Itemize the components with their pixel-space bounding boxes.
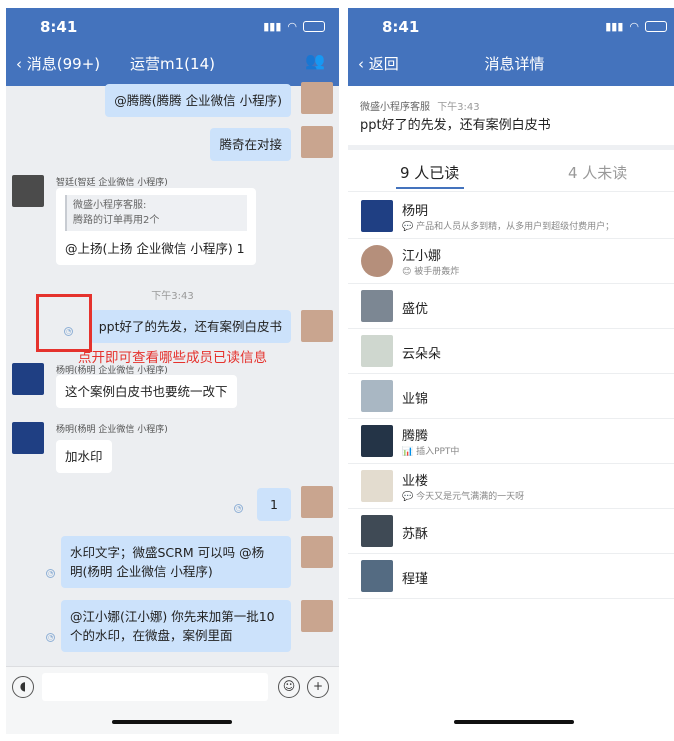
read-status-icon[interactable]: ◔: [64, 327, 73, 336]
detail-title: 消息详情: [484, 55, 545, 73]
avatar: [361, 515, 393, 547]
voice-icon[interactable]: ◖: [12, 676, 34, 698]
reader-row[interactable]: 腾腾 📊 插入PPT中: [348, 419, 674, 464]
avatar[interactable]: [301, 126, 333, 158]
wifi-icon: ◠: [629, 20, 639, 33]
sender-name: 智廷(智廷 企业微信 小程序): [56, 178, 168, 188]
avatar[interactable]: [301, 536, 333, 568]
reader-row[interactable]: 苏酥: [348, 509, 674, 554]
avatar: [361, 335, 393, 367]
home-indicator: [454, 720, 574, 724]
avatar[interactable]: [301, 600, 333, 632]
avatar[interactable]: [301, 310, 333, 342]
divider: [348, 145, 674, 150]
chat-nav-bar: 8:41 ▮▮▮ ◠ ‹ 消息(99+) 运营m1(14) 👥: [6, 8, 339, 86]
read-status-icon[interactable]: ◔: [46, 569, 55, 578]
avatar: [361, 290, 393, 322]
avatar[interactable]: [301, 82, 333, 114]
message-bubble-3[interactable]: 微盛小程序客服: 腾路的订单再用2个 @上扬(上扬 企业微信 小程序) 1: [56, 188, 256, 265]
status-icons: ▮▮▮ ◠: [605, 20, 667, 33]
avatar: [361, 560, 393, 592]
chat-screen: 8:41 ▮▮▮ ◠ ‹ 消息(99+) 运营m1(14) 👥 @腾腾(腾腾 企…: [6, 8, 339, 734]
avatar: [361, 200, 393, 232]
chat-title: 运营m1(14): [130, 55, 215, 73]
avatar: [361, 380, 393, 412]
reader-row[interactable]: 业楼 💬 今天又是元气满满的一天呀: [348, 464, 674, 509]
status-icons: ▮▮▮ ◠: [263, 20, 325, 33]
quoted-message: 微盛小程序客服: 腾路的订单再用2个: [65, 195, 247, 231]
message-meta: 微盛小程序客服 下午3:43: [360, 98, 480, 113]
status-time: 8:41: [382, 18, 420, 36]
message-bubble-4[interactable]: ppt好了的先发，还有案例白皮书: [89, 310, 291, 343]
status-time: 8:41: [40, 18, 78, 36]
reader-row[interactable]: 杨明 💬 产品和人员从多到精，从多用户到超级付费用户；: [348, 194, 674, 239]
divider: [348, 191, 674, 192]
battery-icon: [645, 21, 667, 32]
signal-icon: ▮▮▮: [263, 20, 282, 33]
avatar[interactable]: [12, 363, 44, 395]
sender-name: 杨明(杨明 企业微信 小程序): [56, 425, 168, 435]
message-bubble-1[interactable]: @腾腾(腾腾 企业微信 小程序): [105, 84, 291, 117]
battery-icon: [303, 21, 325, 32]
reader-row[interactable]: 程瑾: [348, 554, 674, 599]
read-status-icon[interactable]: ◔: [234, 504, 243, 513]
signal-icon: ▮▮▮: [605, 20, 624, 33]
read-status-icon[interactable]: ◔: [46, 633, 55, 642]
message-input[interactable]: [42, 673, 268, 701]
reader-row[interactable]: 云朵朵: [348, 329, 674, 374]
comment-icon: 💬: [402, 222, 417, 232]
message-bubble-8[interactable]: 水印文字；微盛SCRM 可以吗 @杨 明(杨明 企业微信 小程序): [61, 536, 291, 588]
avatar: [361, 470, 393, 502]
message-bubble-7[interactable]: 1: [257, 488, 291, 521]
wifi-icon: ◠: [287, 20, 297, 33]
plus-icon[interactable]: +: [307, 676, 329, 698]
tab-read[interactable]: 9 人已读: [400, 162, 459, 183]
message-bubble-9[interactable]: @江小娜(江小娜) 你先来加第一批10 个的水印，在微盘，案例里面: [61, 600, 291, 652]
message-detail-screen: 8:41 ▮▮▮ ◠ ‹ 返回 消息详情 微盛小程序客服 下午3:43 ppt好…: [348, 8, 674, 734]
avatar[interactable]: [301, 486, 333, 518]
tab-indicator: [396, 187, 464, 189]
avatar[interactable]: [12, 422, 44, 454]
chart-icon: 📊: [402, 447, 417, 457]
reader-row[interactable]: 江小娜 😊 被手册轰炸: [348, 239, 674, 284]
avatar: [361, 245, 393, 277]
message-bubble-2[interactable]: 腾奇在对接: [210, 128, 291, 161]
avatar[interactable]: [12, 175, 44, 207]
message-text: ppt好了的先发，还有案例白皮书: [360, 118, 551, 133]
highlight-box: [36, 294, 92, 352]
tab-unread[interactable]: 4 人未读: [568, 162, 627, 183]
sender-name: 微盛小程序客服: [360, 102, 430, 113]
smile-icon: 😊: [402, 267, 415, 277]
message-bubble-5[interactable]: 这个案例白皮书也要统一改下: [56, 375, 237, 408]
reader-row[interactable]: 业锦: [348, 374, 674, 419]
sent-time: 下午3:43: [437, 102, 480, 113]
group-members-icon[interactable]: 👥: [305, 51, 325, 70]
detail-nav-bar: 8:41 ▮▮▮ ◠ ‹ 返回 消息详情: [348, 8, 674, 86]
avatar: [361, 425, 393, 457]
message-bubble-6[interactable]: 加水印: [56, 440, 112, 473]
emoji-icon[interactable]: ☺: [278, 676, 300, 698]
reader-row[interactable]: 盛优: [348, 284, 674, 329]
home-indicator: [112, 720, 232, 724]
comment-icon: 💬: [402, 492, 417, 502]
